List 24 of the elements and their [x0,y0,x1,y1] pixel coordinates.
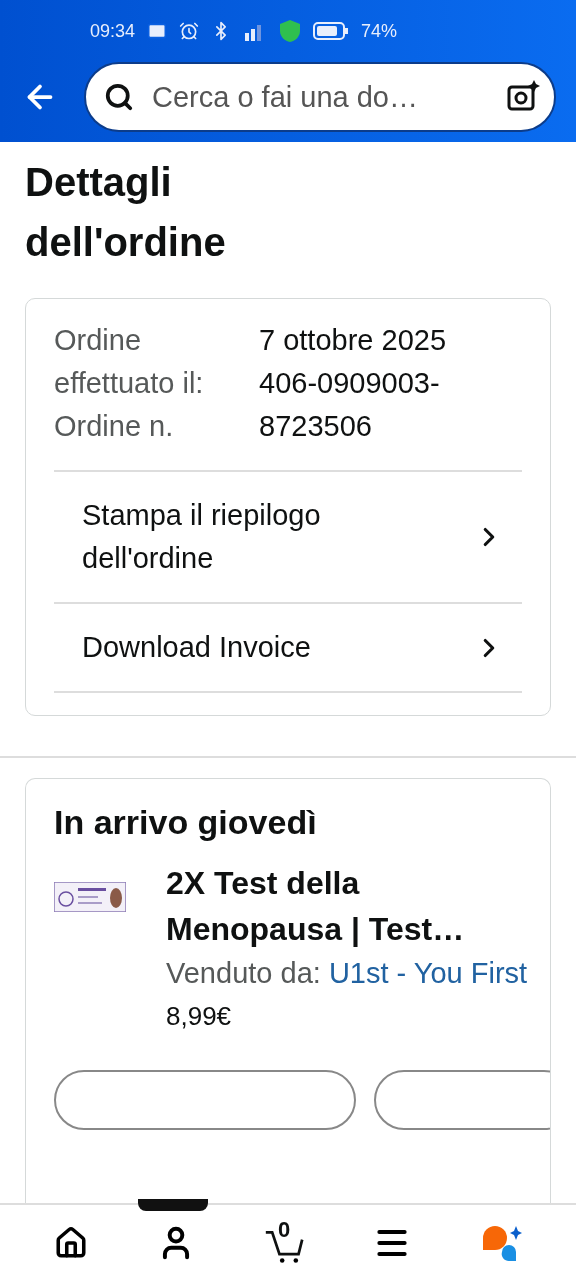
alarm-icon [179,21,200,41]
shield-icon [279,19,302,43]
camera-icon[interactable] [506,79,540,113]
seller-link[interactable]: U1st - You First [328,957,528,989]
field-value: 7 ottobre 2025 [259,323,448,358]
cart-button[interactable]: 0 [260,1220,308,1265]
battery-icon [313,21,350,41]
seller-text: Venduto da: U1st - You First [166,956,529,991]
product-price: 8,99€ [166,1000,233,1033]
menu-link[interactable]: Stampa il riepilogo dell'ordine [54,472,522,604]
menu-link[interactable]: Download Invoice [54,604,522,693]
field-value: 406-0909003-8723506 [259,366,441,444]
action-button[interactable] [54,1070,356,1130]
action-button[interactable] [374,1070,550,1130]
status-time: 09:34 [90,20,136,42]
field-label: Ordine effettuato il: [54,323,205,401]
search-field[interactable]: Cerca o fai una do… [84,62,556,132]
search-icon [104,82,134,112]
drag-handle[interactable] [138,1199,208,1211]
delivery-heading: In arrivo giovedì [54,803,318,842]
page-title: Dettagli dell'ordine [25,159,227,266]
battery-percent: 74% [361,20,398,42]
field-label: Ordine n. [54,409,175,444]
product-name[interactable]: 2X Test della Menopausa | Test… [166,860,530,952]
